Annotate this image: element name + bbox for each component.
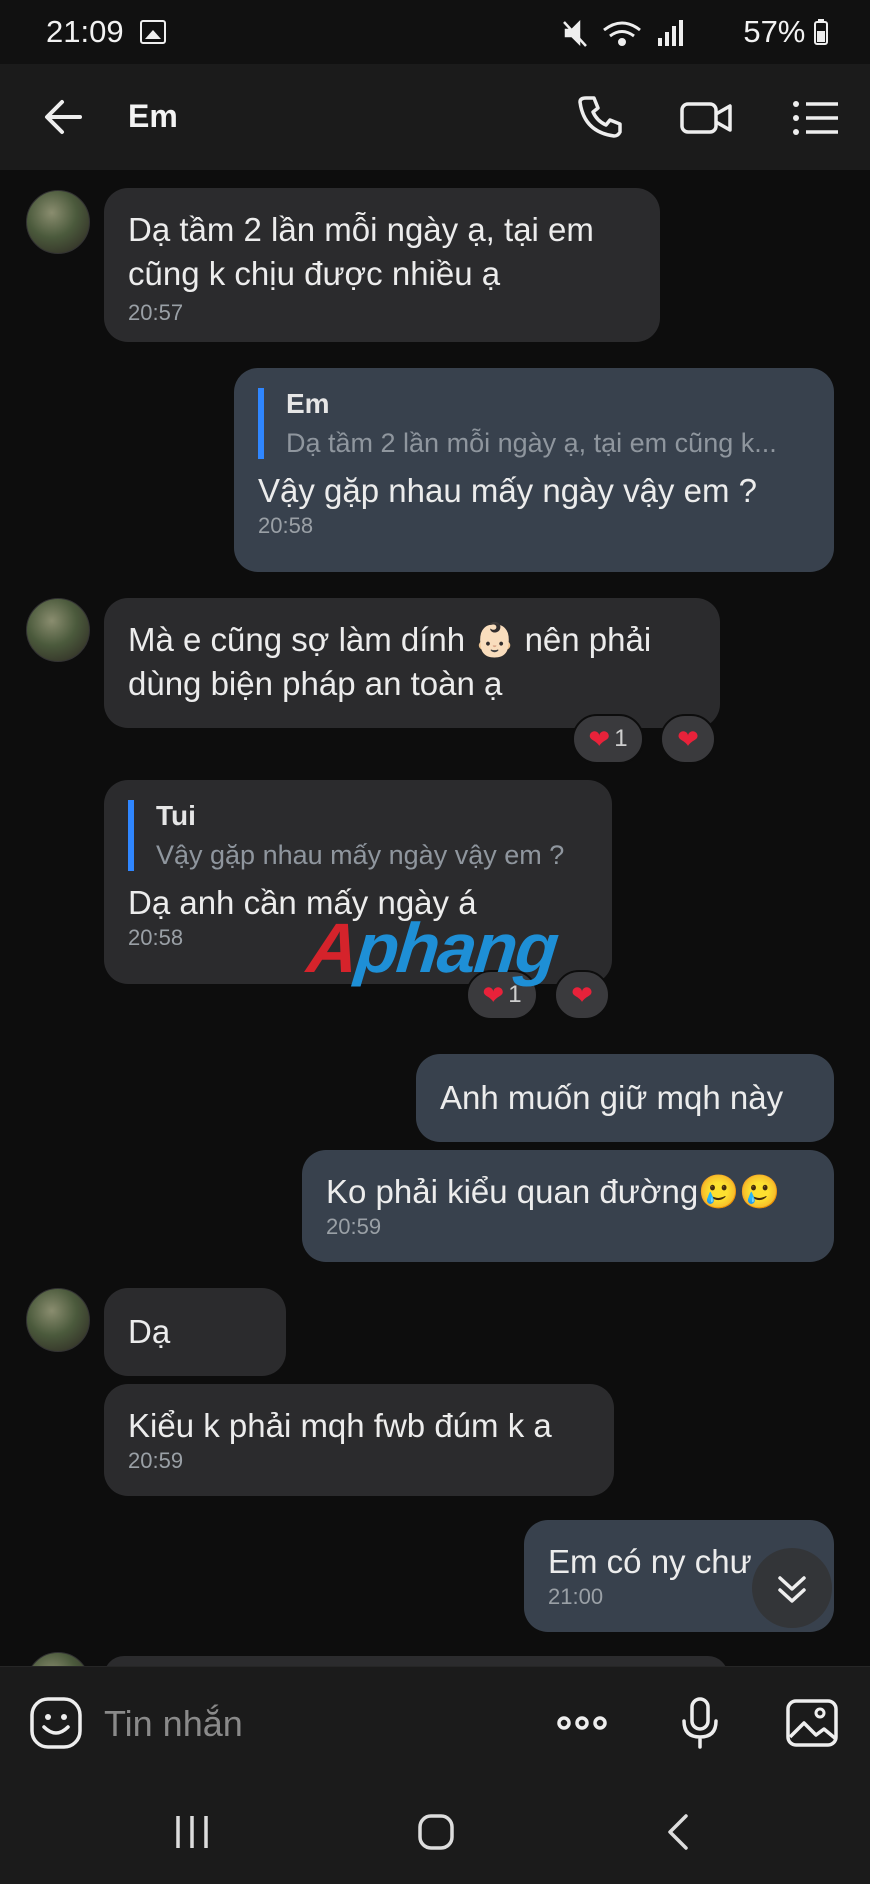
system-navigation-bar — [0, 1780, 870, 1884]
avatar[interactable] — [26, 190, 90, 254]
message-text: Kiểu k phải mqh fwb đúm k a — [128, 1407, 552, 1444]
video-call-icon[interactable] — [678, 90, 734, 146]
home-icon[interactable] — [414, 1810, 458, 1854]
message-bubble-incoming[interactable]: Kiểu k phải mqh fwb đúm k a 20:59 — [104, 1384, 614, 1496]
reply-quote[interactable]: Em Dạ tầm 2 lần mỗi ngày ạ, tại em cũng … — [258, 388, 810, 459]
reply-quote[interactable]: Tui Vậy gặp nhau mấy ngày vậy em ? — [128, 800, 588, 871]
mute-icon — [563, 19, 587, 47]
message-input[interactable]: Tin nhắn — [104, 1703, 243, 1745]
watermark-logo: Aphang — [303, 909, 561, 987]
quote-text: Dạ tầm 2 lần mỗi ngày ạ, tại em cũng k..… — [286, 428, 777, 458]
add-reaction-button[interactable]: ❤ — [554, 970, 610, 1020]
message-time: 20:57 — [128, 300, 184, 325]
recents-icon[interactable] — [170, 1810, 214, 1854]
battery-icon — [814, 19, 828, 45]
message-text: Dạ — [128, 1313, 171, 1350]
message-text: Dạ tầm 2 lần mỗi ngày ạ, tại em — [128, 211, 594, 248]
quote-author: Tui — [156, 800, 196, 831]
reaction-count-badge[interactable]: ❤ 1 — [572, 714, 644, 764]
quote-text: Vậy gặp nhau mấy ngày vậy em ? — [156, 840, 565, 870]
message-time: 20:59 — [326, 1214, 382, 1239]
more-options-icon[interactable] — [554, 1695, 610, 1751]
avatar[interactable] — [26, 1288, 90, 1352]
message-time: 20:58 — [258, 513, 314, 538]
status-bar: 21:09 57% — [0, 0, 870, 64]
message-list[interactable]: Dạ tầm 2 lần mỗi ngày ạ, tại em cũng k c… — [0, 170, 870, 1666]
menu-list-icon[interactable] — [788, 90, 844, 146]
scroll-down-icon — [778, 1576, 806, 1603]
heart-icon: ❤ — [677, 724, 699, 754]
avatar[interactable] — [26, 1652, 90, 1666]
reaction-count: 1 — [614, 725, 628, 752]
message-bubble-outgoing[interactable]: Ko phải kiểu quan đường🥲🥲 20:59 — [302, 1150, 834, 1262]
phone-icon[interactable] — [572, 90, 628, 146]
signal-icon — [658, 20, 683, 46]
message-text: cũng k chịu được nhiều ạ — [128, 255, 501, 292]
quote-author: Em — [286, 388, 330, 419]
message-bubble-incoming[interactable]: Dạ tầm 2 lần mỗi ngày ạ, tại em cũng k c… — [104, 188, 660, 342]
status-time: 21:09 — [46, 14, 124, 49]
message-input-bar: Tin nhắn — [0, 1666, 870, 1780]
scroll-down-button[interactable] — [752, 1548, 832, 1628]
message-time: 20:59 — [128, 1448, 184, 1473]
message-text: Ko phải kiểu quan đường🥲🥲 — [326, 1173, 781, 1210]
battery-status: 57% — [743, 14, 828, 50]
image-notification-icon — [140, 20, 166, 44]
battery-percent: 57% — [743, 14, 806, 49]
microphone-icon[interactable] — [672, 1695, 728, 1751]
chat-header: Em — [0, 64, 870, 170]
message-bubble-incoming[interactable] — [104, 1656, 728, 1666]
message-bubble-incoming[interactable]: Dạ — [104, 1288, 286, 1376]
message-text: Vậy gặp nhau mấy ngày vậy em ? — [258, 472, 757, 509]
back-arrow-icon[interactable] — [40, 94, 86, 140]
message-text: dùng biện pháp an toàn ạ — [128, 665, 503, 702]
nav-back-icon[interactable] — [658, 1810, 702, 1854]
heart-icon: ❤ — [588, 724, 611, 754]
gallery-icon[interactable] — [784, 1695, 840, 1751]
status-icons — [563, 19, 683, 47]
message-text: Anh muốn giữ mqh này — [440, 1079, 784, 1116]
emoji-icon[interactable] — [28, 1695, 84, 1751]
message-text: Mà e cũng sợ làm dính 👶🏻 nên phải — [128, 621, 652, 658]
wifi-icon — [603, 21, 641, 46]
add-reaction-button[interactable]: ❤ — [660, 714, 716, 764]
heart-icon: ❤ — [571, 980, 593, 1010]
contact-name[interactable]: Em — [128, 98, 178, 135]
message-bubble-incoming[interactable]: Mà e cũng sợ làm dính 👶🏻 nên phải dùng b… — [104, 598, 720, 728]
message-bubble-outgoing[interactable]: Anh muốn giữ mqh này — [416, 1054, 834, 1142]
avatar[interactable] — [26, 598, 90, 662]
message-bubble-outgoing[interactable]: Em Dạ tầm 2 lần mỗi ngày ạ, tại em cũng … — [234, 368, 834, 572]
